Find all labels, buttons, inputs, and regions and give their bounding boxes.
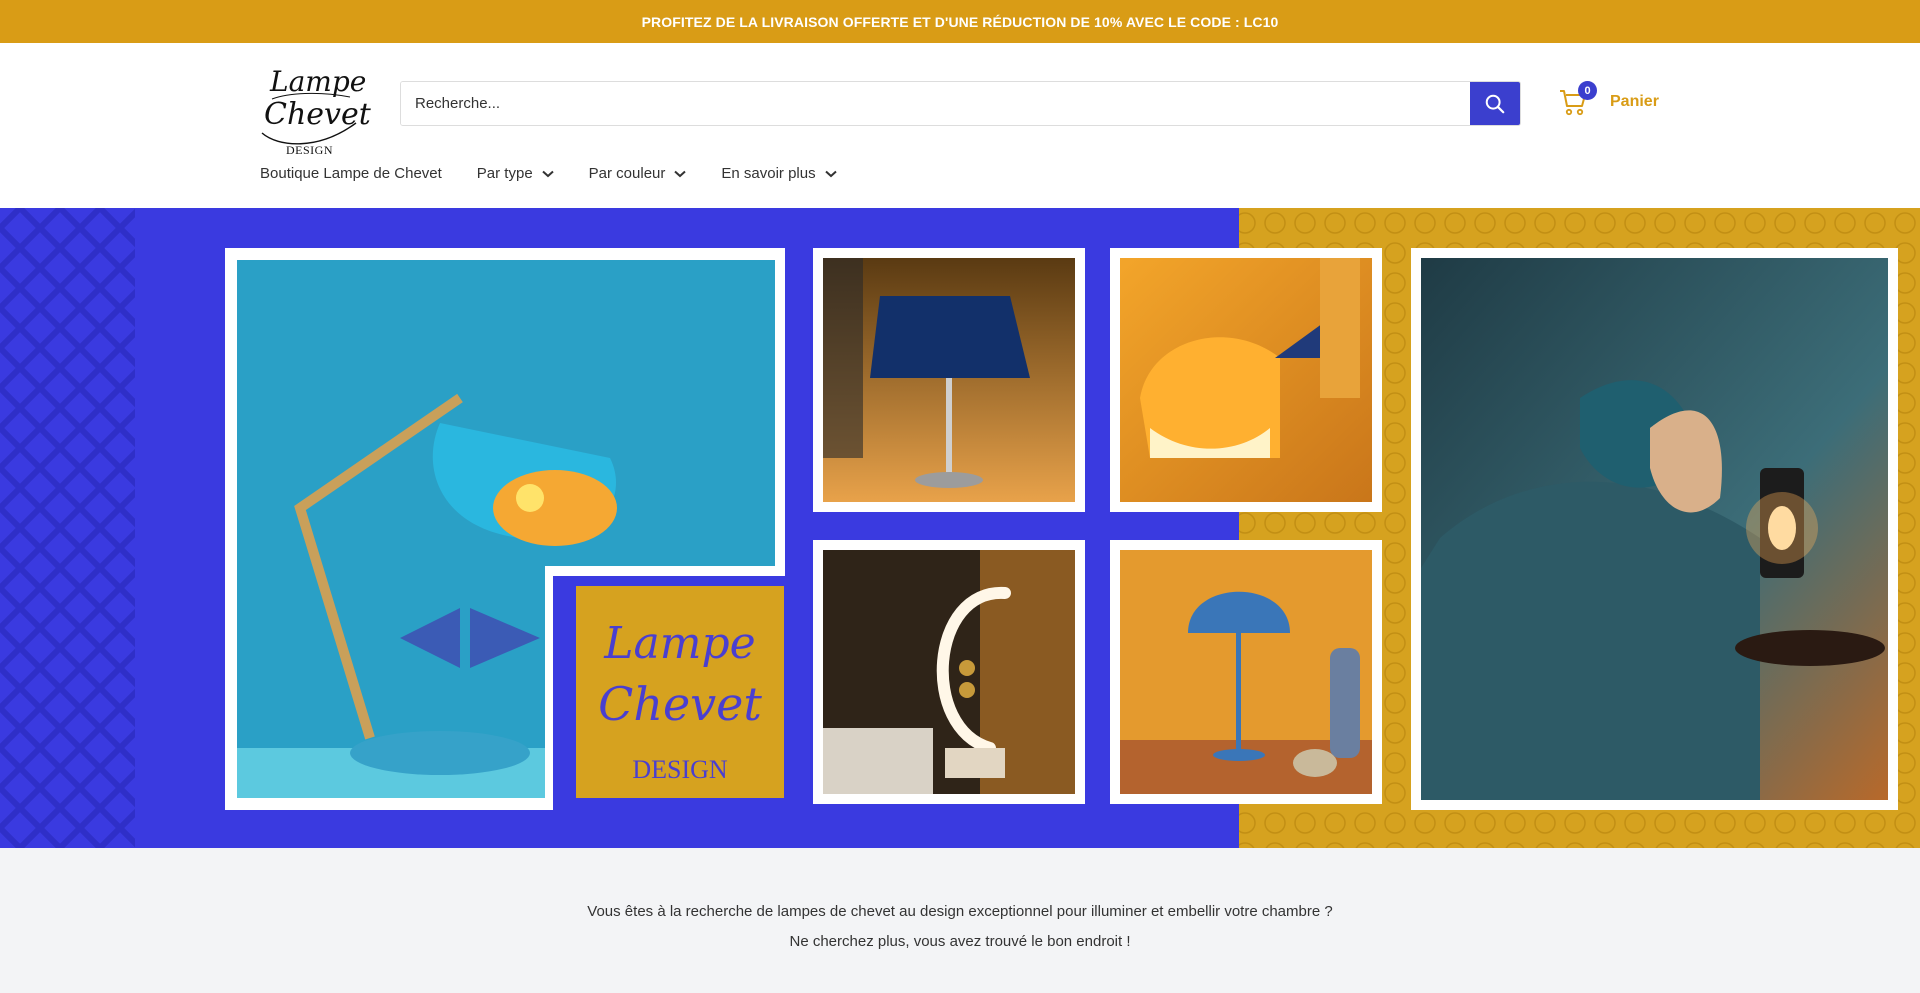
cart-icon: 0	[1558, 81, 1597, 117]
nav-item-par-couleur[interactable]: Par couleur	[589, 165, 687, 182]
chevron-down-icon	[824, 170, 837, 177]
announcement-text: PROFITEZ DE LA LIVRAISON OFFERTE ET D'UN…	[641, 13, 1279, 30]
search-button[interactable]	[1470, 82, 1520, 125]
hero-collage: Lampe Chevet DESIGN	[0, 208, 1920, 848]
banner-logo-design: DESIGN	[632, 755, 728, 784]
nav-item-boutique[interactable]: Boutique Lampe de Chevet	[260, 165, 442, 182]
site-header: Lampe Chevet DESIGN 0 Panier Boutique La…	[0, 43, 1920, 208]
logo-text-design: DESIGN	[286, 143, 333, 157]
image-c-shape-lamp	[813, 540, 1085, 804]
intro-line-2: Ne cherchez plus, vous avez trouvé le bo…	[789, 933, 1131, 950]
intro-line-1: Vous êtes à la recherche de lampes de ch…	[587, 903, 1333, 920]
hero-pattern-left	[0, 208, 135, 848]
nav-label: Boutique Lampe de Chevet	[260, 165, 442, 182]
logo-text-lampe: Lampe	[270, 65, 367, 98]
site-logo[interactable]: Lampe Chevet DESIGN	[258, 63, 371, 161]
nav-label: Par type	[476, 165, 533, 182]
chevron-down-icon	[674, 170, 687, 177]
chevron-down-icon	[542, 170, 554, 177]
cart-count-badge: 0	[1578, 81, 1597, 100]
nav-item-par-type[interactable]: Par type	[477, 165, 554, 182]
image-blue-shade-lamp	[813, 248, 1085, 512]
hero-banner[interactable]: Lampe Chevet DESIGN	[0, 208, 1920, 848]
image-desk-lamp: Lampe Chevet DESIGN	[225, 248, 785, 810]
announcement-bar: PROFITEZ DE LA LIVRAISON OFFERTE ET D'UN…	[0, 0, 1920, 43]
search-icon	[1485, 94, 1505, 113]
cart-label: Panier	[1610, 93, 1659, 110]
logo-text-chevet: Chevet	[264, 97, 371, 132]
image-dome-lamp	[1110, 540, 1382, 804]
main-nav: Boutique Lampe de Chevet Par type Par co…	[260, 165, 872, 182]
nav-label: En savoir plus	[721, 165, 816, 182]
nav-item-en-savoir-plus[interactable]: En savoir plus	[721, 165, 837, 182]
banner-logo-lampe: Lampe	[603, 618, 755, 669]
cart-link[interactable]: 0 Panier	[1558, 81, 1659, 117]
image-bedroom-lantern	[1411, 248, 1898, 810]
banner-logo-chevet: Chevet	[598, 677, 762, 731]
intro-section: Vous êtes à la recherche de lampes de ch…	[0, 848, 1920, 993]
image-whale-lamp	[1110, 248, 1382, 512]
search-input[interactable]	[401, 82, 1470, 125]
nav-label: Par couleur	[588, 165, 666, 182]
search-bar	[400, 81, 1521, 126]
